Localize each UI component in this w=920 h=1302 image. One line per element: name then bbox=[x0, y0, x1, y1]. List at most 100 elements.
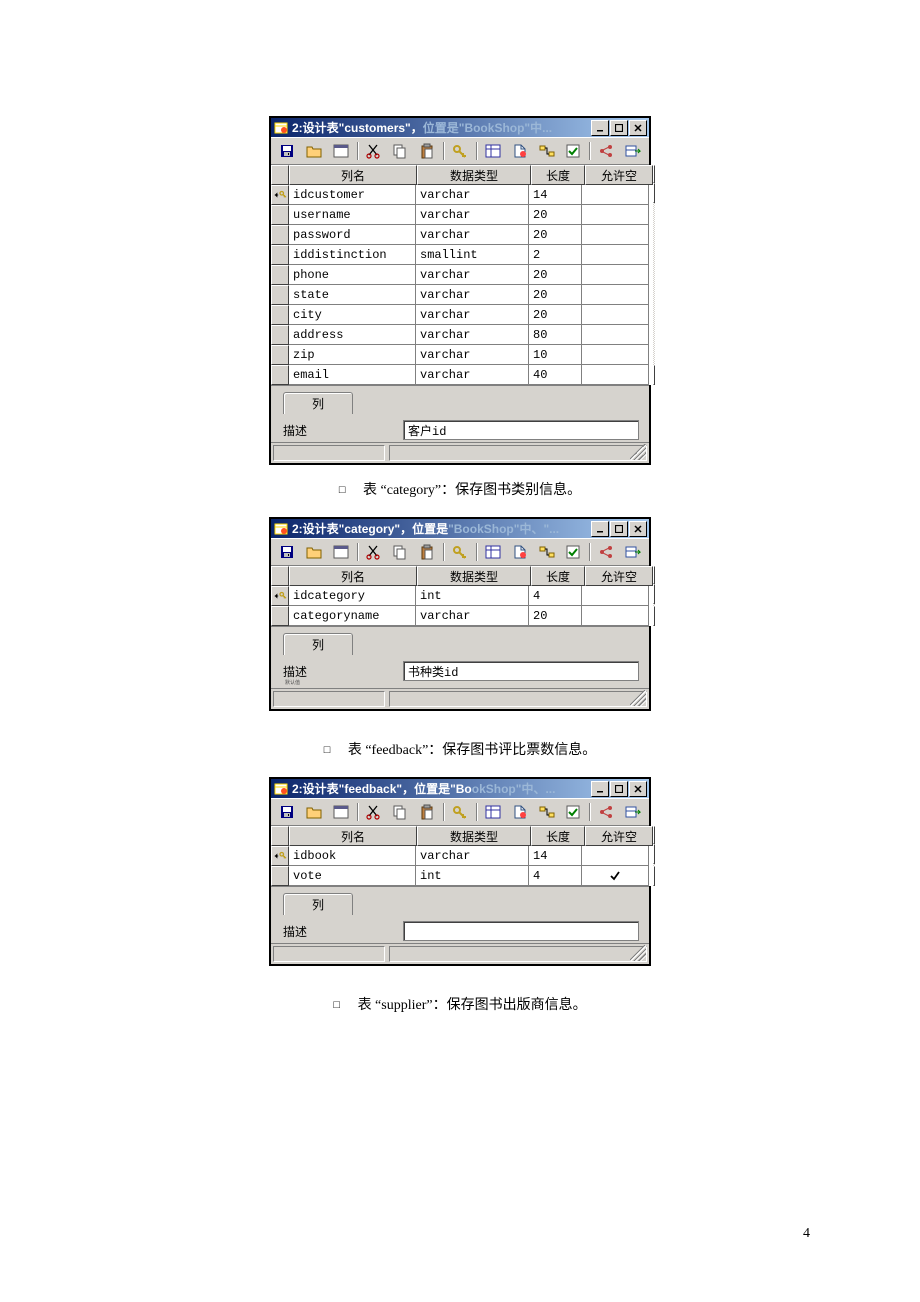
length-cell[interactable]: 20 bbox=[529, 205, 582, 225]
col-name-cell[interactable]: address bbox=[289, 325, 416, 345]
data-type-cell[interactable]: varchar bbox=[416, 606, 529, 626]
header-data-type[interactable]: 数据类型 bbox=[417, 566, 531, 586]
maximize-button[interactable] bbox=[610, 781, 628, 797]
table-props-icon[interactable] bbox=[482, 140, 504, 162]
table-row[interactable]: email varchar 40 bbox=[271, 365, 653, 385]
titlebar[interactable]: 2:设计表"customers"，位置是"BookShop"中... bbox=[271, 118, 649, 137]
length-cell[interactable]: 4 bbox=[529, 586, 582, 606]
allow-null-cell[interactable] bbox=[582, 866, 649, 886]
table-row[interactable]: username varchar 20 bbox=[271, 205, 653, 225]
row-header[interactable] bbox=[271, 345, 289, 365]
data-type-cell[interactable]: varchar bbox=[416, 325, 529, 345]
allow-null-cell[interactable] bbox=[582, 225, 649, 245]
copy-icon[interactable] bbox=[389, 140, 411, 162]
key-icon[interactable] bbox=[449, 541, 471, 563]
cut-icon[interactable] bbox=[363, 801, 385, 823]
header-col-name[interactable]: 列名 bbox=[289, 165, 417, 185]
cut-icon[interactable] bbox=[363, 541, 385, 563]
titlebar[interactable]: 2:设计表"feedback"，位置是"BookShop"中、... bbox=[271, 779, 649, 798]
col-name-cell[interactable]: categoryname bbox=[289, 606, 416, 626]
vertical-scrollbar[interactable] bbox=[653, 566, 655, 626]
data-type-cell[interactable]: int bbox=[416, 586, 529, 606]
minimize-button[interactable] bbox=[591, 521, 609, 537]
col-name-cell[interactable]: phone bbox=[289, 265, 416, 285]
table-row[interactable]: idcategory int 4 bbox=[271, 586, 653, 606]
allow-null-cell[interactable] bbox=[582, 345, 649, 365]
table-go-icon[interactable] bbox=[622, 801, 644, 823]
row-header[interactable] bbox=[271, 365, 289, 385]
length-cell[interactable]: 20 bbox=[529, 305, 582, 325]
scroll-down-icon[interactable] bbox=[653, 606, 655, 626]
allow-null-cell[interactable] bbox=[582, 846, 649, 866]
col-name-cell[interactable]: idbook bbox=[289, 846, 416, 866]
header-length[interactable]: 长度 bbox=[531, 826, 585, 846]
col-name-cell[interactable]: iddistinction bbox=[289, 245, 416, 265]
data-type-cell[interactable]: varchar bbox=[416, 265, 529, 285]
close-button[interactable] bbox=[629, 120, 647, 136]
col-name-cell[interactable]: vote bbox=[289, 866, 416, 886]
description-input[interactable] bbox=[403, 921, 639, 941]
open-icon[interactable] bbox=[303, 541, 325, 563]
vertical-scrollbar[interactable] bbox=[653, 826, 655, 886]
row-header[interactable] bbox=[271, 205, 289, 225]
resize-grip-icon[interactable] bbox=[630, 690, 646, 706]
allow-null-cell[interactable] bbox=[582, 586, 649, 606]
length-cell[interactable]: 20 bbox=[529, 285, 582, 305]
col-name-cell[interactable]: idcategory bbox=[289, 586, 416, 606]
tab-columns[interactable]: 列 bbox=[283, 893, 353, 915]
check-icon[interactable] bbox=[562, 140, 584, 162]
header-length[interactable]: 长度 bbox=[531, 165, 585, 185]
table-row[interactable]: password varchar 20 bbox=[271, 225, 653, 245]
allow-null-cell[interactable] bbox=[582, 205, 649, 225]
table-row[interactable]: categoryname varchar 20 bbox=[271, 606, 653, 626]
table-row[interactable]: iddistinction smallint 2 bbox=[271, 245, 653, 265]
share-icon[interactable] bbox=[595, 140, 617, 162]
header-allow-null[interactable]: 允许空 bbox=[585, 566, 653, 586]
length-cell[interactable]: 80 bbox=[529, 325, 582, 345]
table-props-icon[interactable] bbox=[482, 541, 504, 563]
tab-columns[interactable]: 列 bbox=[283, 633, 353, 655]
table-row[interactable]: city varchar 20 bbox=[271, 305, 653, 325]
row-header[interactable] bbox=[271, 846, 289, 866]
allow-null-cell[interactable] bbox=[582, 305, 649, 325]
col-name-cell[interactable]: idcustomer bbox=[289, 185, 416, 205]
length-cell[interactable]: 4 bbox=[529, 866, 582, 886]
length-cell[interactable]: 20 bbox=[529, 225, 582, 245]
index-icon[interactable] bbox=[509, 801, 531, 823]
window-icon[interactable] bbox=[330, 541, 352, 563]
copy-icon[interactable] bbox=[389, 801, 411, 823]
minimize-button[interactable] bbox=[591, 120, 609, 136]
header-data-type[interactable]: 数据类型 bbox=[417, 826, 531, 846]
table-props-icon[interactable] bbox=[482, 801, 504, 823]
length-cell[interactable]: 40 bbox=[529, 365, 582, 385]
check-icon[interactable] bbox=[562, 801, 584, 823]
tab-columns[interactable]: 列 bbox=[283, 392, 353, 414]
data-type-cell[interactable]: varchar bbox=[416, 345, 529, 365]
table-row[interactable]: idbook varchar 14 bbox=[271, 846, 653, 866]
scroll-down-icon[interactable] bbox=[653, 365, 655, 385]
paste-icon[interactable] bbox=[416, 140, 438, 162]
allow-null-cell[interactable] bbox=[582, 365, 649, 385]
col-name-cell[interactable]: city bbox=[289, 305, 416, 325]
open-icon[interactable] bbox=[303, 801, 325, 823]
save-icon[interactable] bbox=[276, 801, 298, 823]
index-icon[interactable] bbox=[509, 541, 531, 563]
row-header[interactable] bbox=[271, 305, 289, 325]
col-name-cell[interactable]: password bbox=[289, 225, 416, 245]
relation-icon[interactable] bbox=[536, 140, 558, 162]
data-type-cell[interactable]: varchar bbox=[416, 305, 529, 325]
table-row[interactable]: state varchar 20 bbox=[271, 285, 653, 305]
cut-icon[interactable] bbox=[363, 140, 385, 162]
col-name-cell[interactable]: zip bbox=[289, 345, 416, 365]
index-icon[interactable] bbox=[509, 140, 531, 162]
header-allow-null[interactable]: 允许空 bbox=[585, 165, 653, 185]
allow-null-cell[interactable] bbox=[582, 285, 649, 305]
row-header[interactable] bbox=[271, 606, 289, 626]
col-name-cell[interactable]: username bbox=[289, 205, 416, 225]
scroll-up-icon[interactable] bbox=[653, 183, 655, 203]
length-cell[interactable]: 2 bbox=[529, 245, 582, 265]
row-header[interactable] bbox=[271, 586, 289, 606]
description-input[interactable]: 客户id bbox=[403, 420, 639, 440]
relation-icon[interactable] bbox=[536, 541, 558, 563]
maximize-button[interactable] bbox=[610, 521, 628, 537]
